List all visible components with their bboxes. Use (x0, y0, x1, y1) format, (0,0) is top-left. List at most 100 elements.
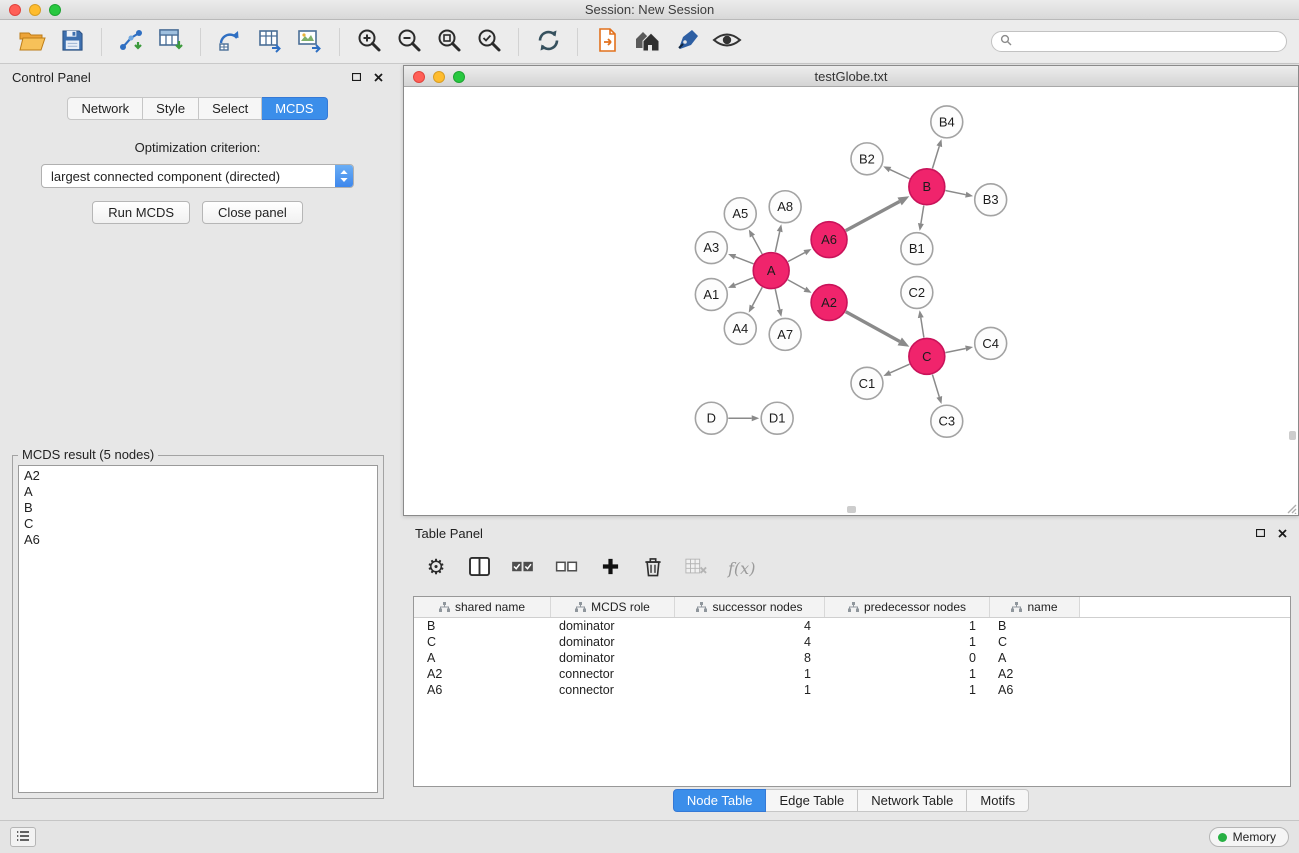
mcds-result-item[interactable]: A2 (24, 468, 372, 484)
delete-table-button[interactable] (685, 558, 707, 578)
graph-edge-C-C2[interactable] (921, 318, 924, 338)
graph-node-label: A (767, 263, 776, 278)
network-window: testGlobe.txt B4B2BB3A5A8A6B1A3AC2A1A2A4… (403, 65, 1299, 516)
table-settings-button[interactable]: ⚙ (425, 558, 447, 578)
export-image-button[interactable] (292, 24, 328, 60)
open-session-button[interactable] (14, 24, 50, 60)
table-row[interactable]: Cdominator41C (414, 634, 1290, 650)
mcds-result-item[interactable]: B (24, 500, 372, 516)
graph-edge-arrowhead (965, 192, 973, 198)
network-file-button[interactable] (589, 24, 625, 60)
mcds-result-item[interactable]: A (24, 484, 372, 500)
table-row[interactable]: Adominator80A (414, 650, 1290, 666)
toggle-visibility-button[interactable] (709, 24, 745, 60)
graph-edge-B-B4[interactable] (932, 146, 939, 168)
table-row[interactable]: A6connector11A6 (414, 682, 1290, 698)
control-panel: Control Panel NetworkStyleSelectMCDS Opt… (0, 65, 395, 820)
zoom-fit-button[interactable] (431, 24, 467, 60)
horizontal-scroll-thumb[interactable] (847, 506, 856, 513)
graph-edge-C-C4[interactable] (945, 348, 965, 352)
memory-button[interactable]: Memory (1209, 827, 1289, 847)
graph-edge-A-A2[interactable] (788, 280, 805, 290)
tab-node-table[interactable]: Node Table (673, 789, 767, 812)
graph-edge-arrowhead (777, 309, 783, 317)
graph-node-label: C3 (938, 414, 955, 429)
graph-edge-A-A1[interactable] (735, 278, 754, 285)
close-panel-action-button[interactable]: Close panel (202, 201, 303, 224)
network-zoom-button[interactable] (453, 71, 465, 83)
add-column-button[interactable] (599, 557, 621, 579)
graph-edge-A-A8[interactable] (775, 232, 779, 252)
resize-grip[interactable] (1285, 502, 1297, 514)
column-header-name[interactable]: name (990, 597, 1080, 617)
clone-network-button[interactable] (212, 24, 248, 60)
graph-edge-C-C3[interactable] (932, 374, 939, 396)
graph-edge-A-A5[interactable] (752, 236, 762, 254)
new-table-button[interactable] (252, 24, 288, 60)
mcds-result-list[interactable]: A2ABCA6 (18, 465, 378, 793)
graph-edge-A-A4[interactable] (752, 287, 762, 306)
import-network-button[interactable] (113, 24, 149, 60)
delete-column-button[interactable] (642, 557, 664, 580)
close-table-panel-button[interactable] (1278, 529, 1287, 538)
home-button[interactable] (629, 24, 665, 60)
graph-edge-B-B3[interactable] (945, 191, 965, 195)
column-header-MCDS-role[interactable]: MCDS role (551, 597, 675, 617)
graph-node-label: C (922, 349, 931, 364)
zoom-out-button[interactable] (391, 24, 427, 60)
tab-mcds[interactable]: MCDS (262, 97, 327, 120)
table-row[interactable]: Bdominator41B (414, 618, 1290, 634)
column-header-successor-nodes[interactable]: successor nodes (675, 597, 825, 617)
graph-edge-A2-C[interactable] (846, 312, 900, 342)
float-table-panel-button[interactable] (1256, 529, 1265, 537)
close-window-button[interactable] (9, 4, 21, 16)
zoom-selected-button[interactable] (471, 24, 507, 60)
graph-edge-A-A3[interactable] (735, 257, 753, 264)
graph-edge-B-B1[interactable] (921, 205, 924, 223)
graph-edge-B-B2[interactable] (890, 170, 910, 179)
select-all-rows-button[interactable] (511, 559, 534, 578)
graph-edge-C-C1[interactable] (890, 364, 909, 373)
graph-edge-A-A6[interactable] (788, 253, 805, 262)
gear-icon: ⚙ (427, 558, 446, 578)
function-builder-button[interactable]: f(x) (728, 559, 755, 578)
show-columns-button[interactable] (468, 557, 490, 579)
minimize-window-button[interactable] (29, 4, 41, 16)
tab-network-table[interactable]: Network Table (858, 789, 967, 812)
float-panel-button[interactable] (352, 73, 361, 81)
zoom-in-button[interactable] (351, 24, 387, 60)
tab-style[interactable]: Style (143, 97, 199, 120)
tab-edge-table[interactable]: Edge Table (766, 789, 858, 812)
table-row[interactable]: A2connector11A2 (414, 666, 1290, 682)
tab-motifs[interactable]: Motifs (967, 789, 1029, 812)
mcds-result-item[interactable]: C (24, 516, 372, 532)
mcds-result-item[interactable]: A6 (24, 532, 372, 548)
vertical-scroll-thumb[interactable] (1289, 431, 1296, 440)
network-close-button[interactable] (413, 71, 425, 83)
close-panel-button[interactable] (374, 73, 383, 82)
deselect-all-rows-button[interactable] (555, 559, 578, 578)
save-session-button[interactable] (54, 24, 90, 60)
graph-edge-arrowhead (936, 139, 942, 147)
houses-icon (632, 28, 662, 55)
criterion-dropdown[interactable]: largest connected component (directed) (41, 164, 354, 188)
graph-edge-A6-B[interactable] (846, 201, 900, 230)
apply-layout-button[interactable] (530, 24, 566, 60)
import-table-button[interactable] (153, 24, 189, 60)
search-box[interactable] (991, 31, 1287, 52)
graph-edge-arrowhead (749, 229, 755, 237)
zoom-window-button[interactable] (49, 4, 61, 16)
column-header-shared-name[interactable]: shared name (414, 597, 551, 617)
show-panels-button[interactable] (10, 827, 36, 847)
network-minimize-button[interactable] (433, 71, 445, 83)
toolbar-separator (518, 28, 519, 56)
annotation-button[interactable] (669, 24, 705, 60)
graph-edge-A-A7[interactable] (775, 289, 779, 309)
tab-select[interactable]: Select (199, 97, 262, 120)
network-canvas[interactable]: B4B2BB3A5A8A6B1A3AC2A1A2A4A7C4CC1C3DD1 (404, 88, 1298, 515)
search-input[interactable] (1017, 35, 1278, 49)
column-header-predecessor-nodes[interactable]: predecessor nodes (825, 597, 990, 617)
run-mcds-button[interactable]: Run MCDS (92, 201, 190, 224)
tab-network[interactable]: Network (67, 97, 143, 120)
memory-status-icon (1218, 833, 1227, 842)
